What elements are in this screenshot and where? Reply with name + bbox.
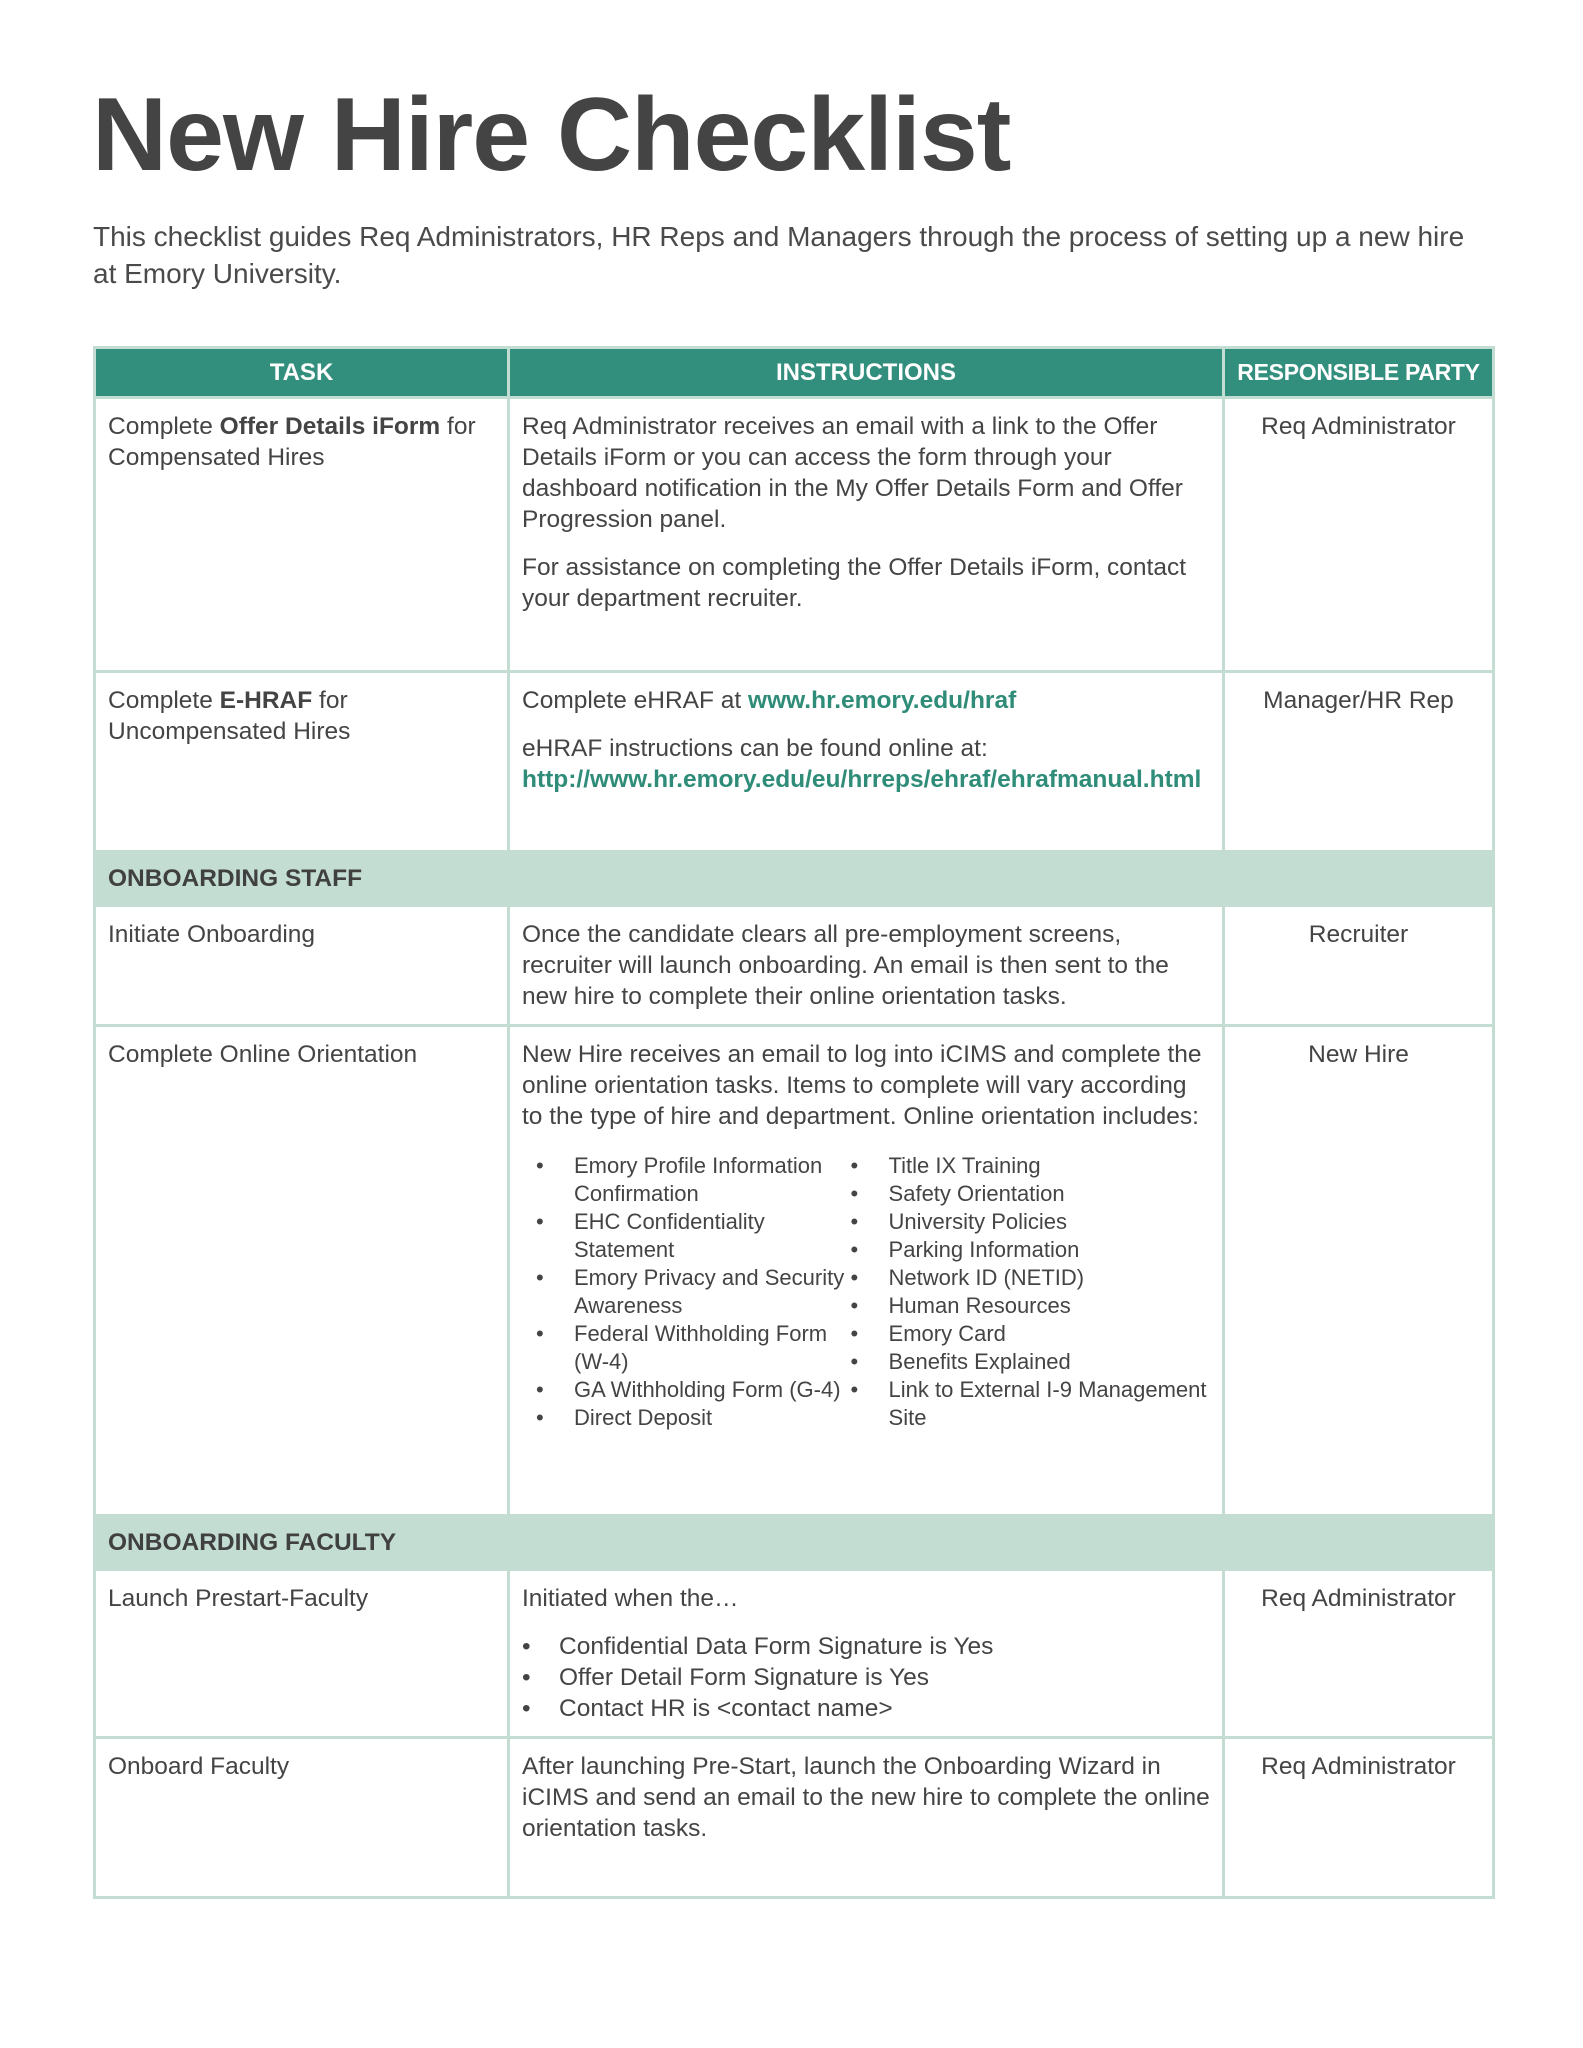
- instruction-paragraph: Req Administrator receives an email with…: [522, 413, 1183, 533]
- task-bold: E-HRAF: [219, 687, 313, 714]
- list-item: Network ID (NETID): [851, 1264, 1210, 1292]
- list-item: Benefits Explained: [851, 1348, 1210, 1376]
- hraf-link[interactable]: www.hr.emory.edu/hraf: [748, 687, 1016, 714]
- section-empty-cell: [507, 850, 1225, 907]
- column-header-responsible-party: RESPONSIBLE PARTY: [1222, 346, 1495, 399]
- task-cell: Complete Online Orientation: [93, 1024, 510, 1517]
- orientation-list-right: Title IX Training Safety Orientation Uni…: [851, 1152, 1210, 1432]
- column-header-task: TASK: [93, 346, 510, 399]
- list-item: Offer Detail Form Signature is Yes: [522, 1662, 1210, 1693]
- task-bold: Offer Details iForm: [219, 413, 441, 440]
- list-item: Direct Deposit: [536, 1404, 851, 1432]
- responsible-party-cell: Req Administrator: [1222, 1736, 1495, 1899]
- responsible-party-cell: Req Administrator: [1222, 396, 1495, 673]
- instructions-cell: Req Administrator receives an email with…: [507, 396, 1225, 673]
- task-cell: Onboard Faculty: [93, 1736, 510, 1899]
- table-row: Complete Offer Details iForm for Compens…: [93, 396, 1495, 673]
- instruction-paragraph: Initiated when the…: [522, 1585, 739, 1612]
- section-empty-cell: [1222, 850, 1495, 907]
- list-item: Emory Card: [851, 1320, 1210, 1348]
- list-item: Human Resources: [851, 1292, 1210, 1320]
- table-row: Complete Online Orientation New Hire rec…: [93, 1024, 1495, 1517]
- list-item: Emory Profile Information Confirmation: [536, 1152, 851, 1208]
- responsible-party-cell: Req Administrator: [1222, 1568, 1495, 1739]
- responsible-party-cell: Recruiter: [1222, 904, 1495, 1027]
- table-row: Onboard Faculty After launching Pre-Star…: [93, 1736, 1495, 1899]
- table-row: Complete E-HRAF for Uncompensated Hires …: [93, 670, 1495, 853]
- ehraf-manual-link[interactable]: http://www.hr.emory.edu/eu/hrreps/ehraf/…: [522, 766, 1201, 793]
- instruction-paragraph: For assistance on completing the Offer D…: [522, 554, 1187, 612]
- table-header-row: TASK INSTRUCTIONS RESPONSIBLE PARTY: [93, 346, 1495, 399]
- instruction-text: eHRAF instructions can be found online a…: [522, 735, 988, 762]
- section-row-onboarding-faculty: ONBOARDING FACULTY: [93, 1514, 1495, 1571]
- column-header-instructions: INSTRUCTIONS: [507, 346, 1225, 399]
- list-item: Confidential Data Form Signature is Yes: [522, 1631, 1210, 1662]
- instructions-cell: Once the candidate clears all pre-employ…: [507, 904, 1225, 1027]
- instructions-cell: New Hire receives an email to log into i…: [507, 1024, 1225, 1517]
- section-label: ONBOARDING FACULTY: [93, 1514, 510, 1571]
- list-item: Contact HR is <contact name>: [522, 1693, 1210, 1724]
- page-title: New Hire Checklist: [92, 77, 1011, 193]
- list-item: Link to External I-9 Management Site: [851, 1376, 1210, 1432]
- section-row-onboarding-staff: ONBOARDING STAFF: [93, 850, 1495, 907]
- section-empty-cell: [1222, 1514, 1495, 1571]
- task-text: Complete: [108, 413, 220, 440]
- list-item: Federal Withholding Form (W-4): [536, 1320, 851, 1376]
- instruction-text: Complete eHRAF at: [522, 687, 749, 714]
- list-item: EHC Confidentiality Statement: [536, 1208, 851, 1264]
- conditions-list: Confidential Data Form Signature is Yes …: [522, 1631, 1210, 1724]
- list-item: Emory Privacy and Security Awareness: [536, 1264, 851, 1320]
- task-cell: Complete E-HRAF for Uncompensated Hires: [93, 670, 510, 853]
- instructions-cell: After launching Pre-Start, launch the On…: [507, 1736, 1225, 1899]
- list-item: Parking Information: [851, 1236, 1210, 1264]
- list-item: GA Withholding Form (G-4): [536, 1376, 851, 1404]
- task-cell: Initiate Onboarding: [93, 904, 510, 1027]
- task-text: Complete: [108, 687, 220, 714]
- task-cell: Complete Offer Details iForm for Compens…: [93, 396, 510, 673]
- responsible-party-cell: New Hire: [1222, 1024, 1495, 1517]
- task-cell: Launch Prestart-Faculty: [93, 1568, 510, 1739]
- table-row: Launch Prestart-Faculty Initiated when t…: [93, 1568, 1495, 1739]
- section-empty-cell: [507, 1514, 1225, 1571]
- checklist-table: TASK INSTRUCTIONS RESPONSIBLE PARTY Comp…: [93, 346, 1495, 1899]
- orientation-list-left: Emory Profile Information Confirmation E…: [536, 1152, 851, 1432]
- list-item: Title IX Training: [851, 1152, 1210, 1180]
- responsible-party-cell: Manager/HR Rep: [1222, 670, 1495, 853]
- list-item: University Policies: [851, 1208, 1210, 1236]
- instructions-cell: Initiated when the… Confidential Data Fo…: [507, 1568, 1225, 1739]
- instruction-paragraph: New Hire receives an email to log into i…: [522, 1041, 1202, 1130]
- section-label: ONBOARDING STAFF: [93, 850, 510, 907]
- intro-paragraph: This checklist guides Req Administrators…: [93, 221, 1465, 289]
- list-item: Safety Orientation: [851, 1180, 1210, 1208]
- orientation-items-list: Emory Profile Information Confirmation E…: [522, 1152, 1210, 1432]
- table-row: Initiate Onboarding Once the candidate c…: [93, 904, 1495, 1027]
- instructions-cell: Complete eHRAF at www.hr.emory.edu/hraf …: [507, 670, 1225, 853]
